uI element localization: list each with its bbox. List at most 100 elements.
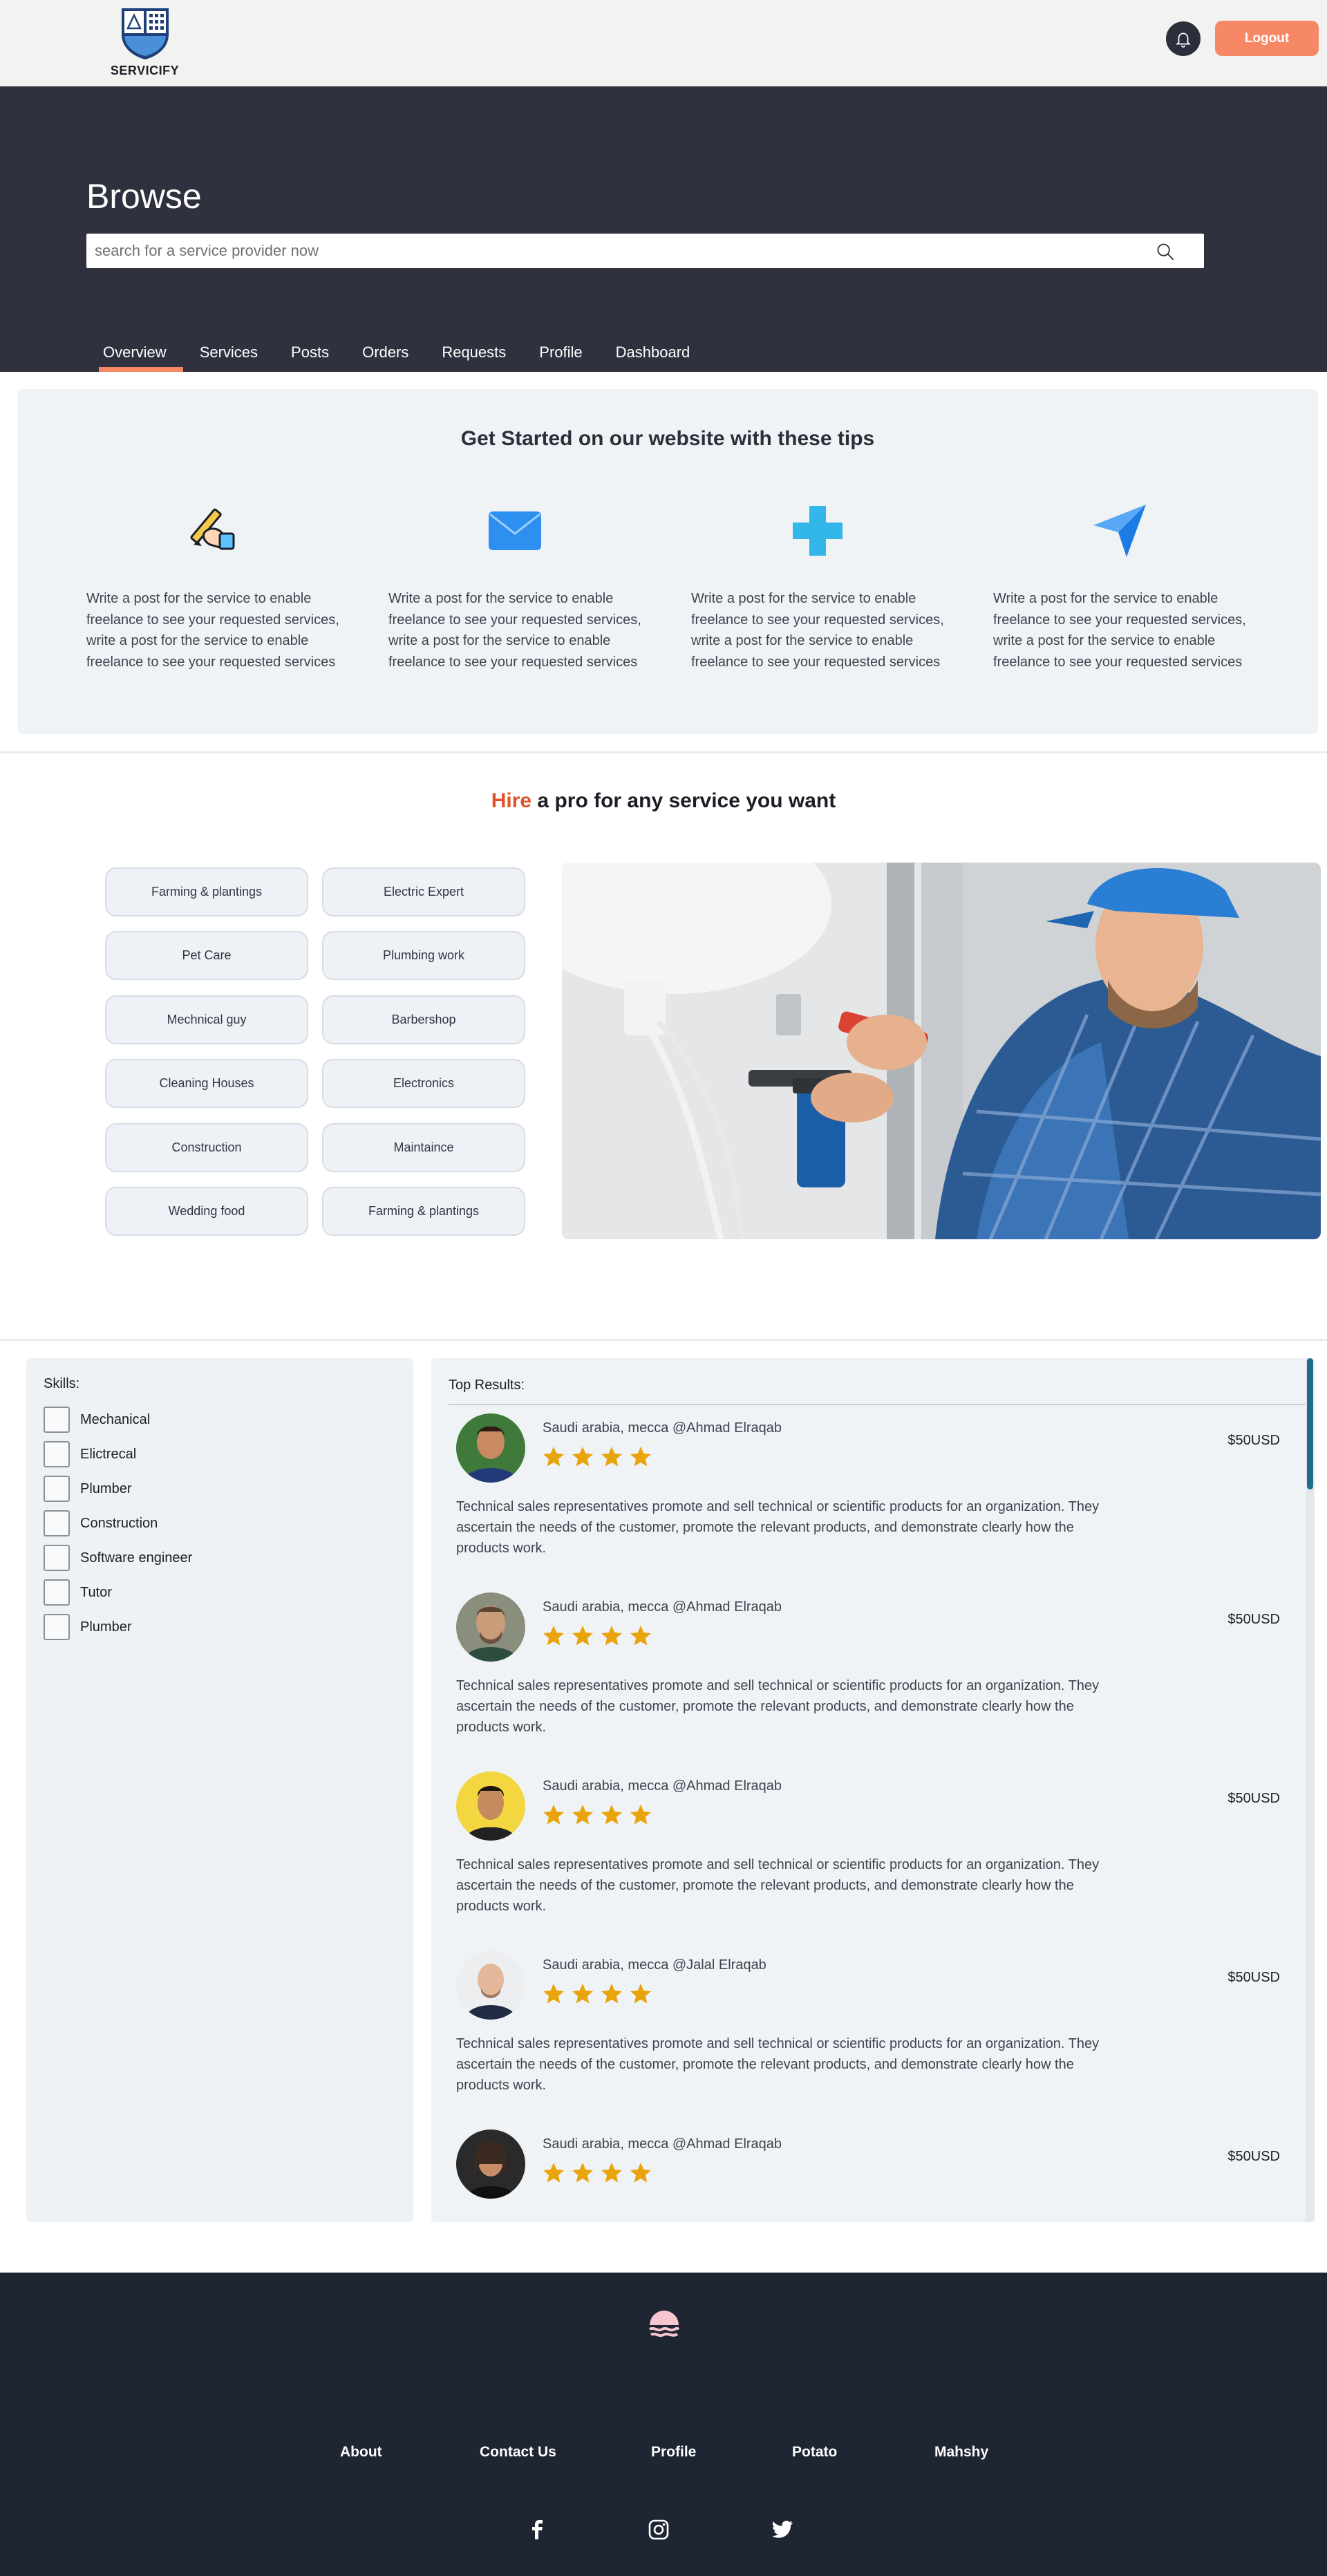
scrollbar-thumb[interactable] — [1307, 1358, 1313, 1489]
top-bar: SERVICIFY Logout — [0, 0, 1327, 86]
skill-checkbox[interactable] — [44, 1614, 70, 1640]
rating-stars — [541, 1982, 653, 2006]
star-icon — [601, 2163, 622, 2183]
tab-orders[interactable]: Orders — [346, 342, 425, 372]
envelope-icon — [484, 500, 546, 562]
tab-dashboard[interactable]: Dashboard — [599, 342, 707, 372]
provider-name[interactable]: Saudi arabia, mecca @Ahmad Elraqab — [543, 1599, 782, 1615]
category-chip[interactable]: Pet Care — [105, 931, 308, 980]
star-icon — [630, 1626, 651, 1646]
provider-description: Technical sales representatives promote … — [456, 2036, 1100, 2093]
logout-button[interactable]: Logout — [1215, 21, 1319, 56]
star-icon — [601, 1984, 622, 2004]
star-icon — [572, 1805, 593, 1825]
hero-section: Browse Overview Services Posts Orders Re… — [0, 86, 1327, 372]
skill-checkbox[interactable] — [44, 1510, 70, 1536]
search-icon[interactable] — [1156, 242, 1175, 261]
price: $50USD — [1227, 1612, 1280, 1627]
tab-overview[interactable]: Overview — [86, 342, 183, 372]
results-scrollbar[interactable] — [1306, 1358, 1315, 2222]
category-chip[interactable]: Maintaince — [322, 1123, 525, 1172]
category-chip[interactable]: Barbershop — [322, 995, 525, 1044]
provider-description: Technical sales representatives promote … — [456, 1857, 1100, 1914]
provider-name[interactable]: Saudi arabia, mecca @Ahmad Elraqab — [543, 2136, 782, 2152]
category-chip[interactable]: Wedding food — [105, 1187, 308, 1236]
skill-checkbox[interactable] — [44, 1579, 70, 1606]
rating-stars — [541, 1803, 653, 1827]
footer-link-about[interactable]: About — [340, 2444, 382, 2461]
main-tabs: Overview Services Posts Orders Requests … — [86, 342, 706, 372]
skill-filter-plumber-2[interactable]: Plumber — [44, 1614, 131, 1640]
skill-filter-plumber[interactable]: Plumber — [44, 1476, 131, 1502]
star-icon — [630, 1805, 651, 1825]
star-icon — [572, 1447, 593, 1467]
provider-name[interactable]: Saudi arabia, mecca @Jalal Elraqab — [543, 1957, 766, 1973]
rating-stars — [541, 1445, 653, 1469]
category-chip[interactable]: Farming & plantings — [322, 1187, 525, 1236]
star-icon — [572, 2163, 593, 2183]
provider-description: Technical sales representatives promote … — [456, 1499, 1100, 1556]
category-chip[interactable]: Mechnical guy — [105, 995, 308, 1044]
price: $50USD — [1227, 1433, 1280, 1448]
search-input[interactable] — [95, 234, 1159, 268]
instagram-icon[interactable] — [647, 2518, 670, 2541]
price: $50USD — [1227, 2149, 1280, 2164]
category-chip[interactable]: Farming & plantings — [105, 867, 308, 916]
rating-stars — [541, 2161, 653, 2185]
brand-logo[interactable]: SERVICIFY — [88, 6, 202, 83]
star-icon — [543, 2163, 564, 2183]
avatar[interactable] — [456, 1771, 525, 1841]
category-chip[interactable]: Electric Expert — [322, 867, 525, 916]
results-divider — [449, 1404, 1312, 1405]
star-icon — [601, 1447, 622, 1467]
star-icon — [601, 1805, 622, 1825]
tab-services[interactable]: Services — [183, 342, 274, 372]
tip-text: Write a post for the service to enable f… — [691, 591, 944, 670]
skill-label: Software engineer — [80, 1550, 193, 1566]
footer-link-contact[interactable]: Contact Us — [480, 2444, 556, 2461]
footer-link-mahshy[interactable]: Mahshy — [934, 2444, 988, 2461]
avatar[interactable] — [456, 1950, 525, 2020]
avatar[interactable] — [456, 2130, 525, 2199]
skill-filter-electrical[interactable]: Elictrecal — [44, 1441, 136, 1467]
star-icon — [543, 1984, 564, 2004]
category-chip[interactable]: Cleaning Houses — [105, 1059, 308, 1108]
skill-filter-construction[interactable]: Construction — [44, 1510, 158, 1536]
twitter-icon[interactable] — [771, 2518, 795, 2541]
footer-link-potato[interactable]: Potato — [792, 2444, 837, 2461]
star-icon — [601, 1626, 622, 1646]
tab-requests[interactable]: Requests — [425, 342, 523, 372]
footer-link-profile[interactable]: Profile — [651, 2444, 696, 2461]
star-icon — [630, 1984, 651, 2004]
avatar[interactable] — [456, 1592, 525, 1662]
skill-filter-tutor[interactable]: Tutor — [44, 1579, 112, 1606]
category-chip[interactable]: Electronics — [322, 1059, 525, 1108]
skill-label: Plumber — [80, 1619, 132, 1635]
facebook-icon[interactable] — [526, 2518, 549, 2541]
skill-checkbox[interactable] — [44, 1407, 70, 1433]
tab-posts[interactable]: Posts — [274, 342, 346, 372]
skill-label: Plumber — [80, 1480, 132, 1496]
skill-label: Construction — [80, 1515, 158, 1531]
skill-filter-mechanical[interactable]: Mechanical — [44, 1407, 150, 1433]
hire-title: Hire a pro for any service you want — [0, 789, 1327, 813]
skill-checkbox[interactable] — [44, 1441, 70, 1467]
category-chip[interactable]: Construction — [105, 1123, 308, 1172]
tip-card: Write a post for the service to enable f… — [691, 500, 947, 673]
provider-name[interactable]: Saudi arabia, mecca @Ahmad Elraqab — [543, 1420, 782, 1436]
tip-text: Write a post for the service to enable f… — [388, 591, 641, 670]
skill-checkbox[interactable] — [44, 1476, 70, 1502]
notifications-button[interactable] — [1166, 21, 1201, 56]
rating-stars — [541, 1624, 653, 1648]
category-chip[interactable]: Plumbing work — [322, 931, 525, 980]
section-divider — [0, 1339, 1327, 1341]
tip-text: Write a post for the service to enable f… — [86, 591, 339, 670]
tab-profile[interactable]: Profile — [523, 342, 599, 372]
skill-filter-software-engineer[interactable]: Software engineer — [44, 1545, 192, 1571]
avatar[interactable] — [456, 1413, 525, 1483]
bell-icon — [1176, 32, 1191, 48]
skill-checkbox[interactable] — [44, 1545, 70, 1571]
skill-label: Tutor — [80, 1584, 112, 1600]
provider-name[interactable]: Saudi arabia, mecca @Ahmad Elraqab — [543, 1778, 782, 1794]
page-title: Browse — [86, 177, 202, 216]
